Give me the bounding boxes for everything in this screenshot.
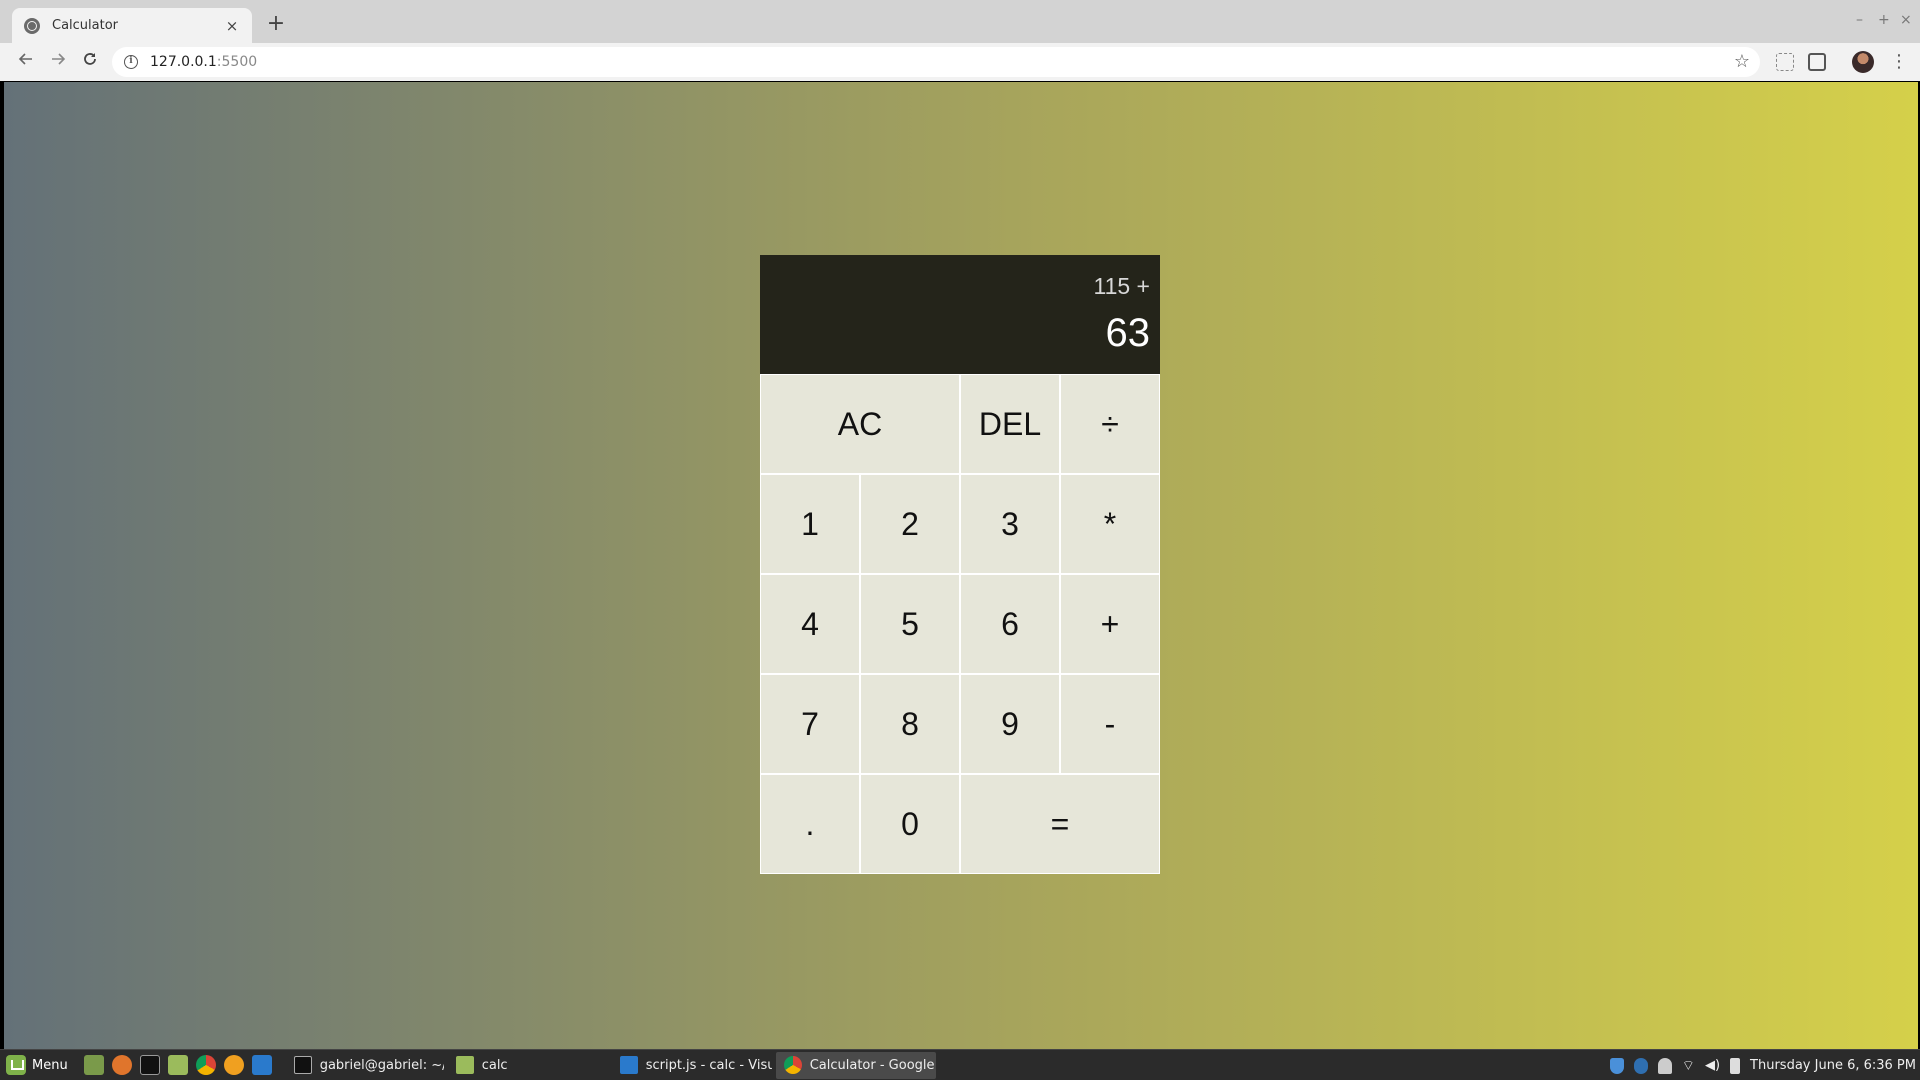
vscode-icon	[619, 1056, 638, 1074]
taskbar: Menu gabriel@gabriel: ~/... calc script.…	[0, 1049, 1920, 1080]
task-chrome[interactable]: Calculator - Google ...	[775, 1051, 936, 1079]
profile-avatar[interactable]	[1852, 51, 1874, 73]
forward-icon[interactable]	[46, 50, 70, 74]
chrome-icon[interactable]	[195, 1055, 216, 1075]
clock[interactable]: Thursday June 6, 6:36 PM	[1750, 1058, 1916, 1073]
shield-icon[interactable]	[1609, 1057, 1624, 1074]
close-tab-icon[interactable]: ×	[224, 17, 240, 35]
calculator-display: 115 + 63	[760, 255, 1160, 374]
delete-button[interactable]: DEL	[960, 374, 1060, 474]
firefox-icon[interactable]	[111, 1055, 132, 1075]
wifi-icon[interactable]: ⌔	[1682, 1057, 1695, 1075]
extension-icon[interactable]	[1776, 53, 1794, 71]
equals-button[interactable]: =	[960, 774, 1160, 874]
digit-0-button[interactable]: 0	[860, 774, 960, 874]
volume-icon[interactable]: ◀)	[1705, 1058, 1720, 1073]
browser-toolbar: i 127.0.0.1 :5500 ☆ ⋮	[0, 43, 1920, 81]
chrome-icon	[783, 1056, 802, 1074]
task-vscode[interactable]: script.js - calc - Visu...	[612, 1052, 772, 1079]
decimal-button[interactable]: .	[760, 774, 860, 874]
user-icon[interactable]	[1657, 1057, 1672, 1074]
digit-6-button[interactable]: 6	[960, 574, 1060, 674]
browser-chrome: Calculator × + – + × i 127.0.0.1 :5500 ☆…	[0, 0, 1920, 81]
globe-icon	[24, 17, 40, 34]
task-label: script.js - calc - Visu...	[645, 1057, 772, 1073]
digit-1-button[interactable]: 1	[760, 474, 860, 574]
close-window-icon[interactable]: ×	[1900, 12, 1912, 28]
show-desktop-icon[interactable]	[83, 1055, 104, 1075]
kebab-menu-icon[interactable]: ⋮	[1890, 51, 1908, 73]
add-button[interactable]: +	[1060, 574, 1160, 674]
maximize-icon[interactable]: +	[1878, 12, 1890, 28]
terminal-icon[interactable]	[139, 1055, 160, 1075]
digit-3-button[interactable]: 3	[960, 474, 1060, 574]
reload-icon[interactable]	[78, 50, 102, 74]
digit-8-button[interactable]: 8	[860, 674, 960, 774]
task-label: gabriel@gabriel: ~/...	[319, 1057, 444, 1073]
url-port: :5500	[216, 54, 258, 70]
digit-2-button[interactable]: 2	[860, 474, 960, 574]
address-bar[interactable]: i 127.0.0.1 :5500 ☆	[112, 47, 1760, 77]
minimize-icon[interactable]: –	[1856, 12, 1863, 28]
bookmark-star-icon[interactable]: ☆	[1734, 51, 1750, 72]
system-tray: ⌔ ◀) Thursday June 6, 6:36 PM	[1609, 1050, 1916, 1080]
previous-operand: 115 +	[1093, 272, 1151, 299]
calculator: 115 + 63 AC DEL ÷ 1 2 3 * 4 5 6 + 7 8 9 …	[760, 255, 1160, 874]
digit-9-button[interactable]: 9	[960, 674, 1060, 774]
url-host: 127.0.0.1	[150, 54, 217, 70]
files-icon[interactable]	[167, 1055, 188, 1075]
screenshot-icon[interactable]	[1808, 53, 1826, 71]
tab-strip: Calculator × + – + ×	[0, 0, 1920, 43]
mint-logo-icon	[6, 1055, 26, 1075]
digit-5-button[interactable]: 5	[860, 574, 960, 674]
back-icon[interactable]	[14, 50, 38, 74]
new-tab-button[interactable]: +	[264, 12, 288, 36]
tab-title: Calculator	[52, 18, 119, 33]
task-files[interactable]: calc	[448, 1052, 608, 1079]
start-menu-label: Menu	[32, 1057, 68, 1073]
multiply-button[interactable]: *	[1060, 474, 1160, 574]
digit-4-button[interactable]: 4	[760, 574, 860, 674]
digit-7-button[interactable]: 7	[760, 674, 860, 774]
app-icon[interactable]	[223, 1055, 244, 1075]
current-operand: 63	[1105, 311, 1151, 356]
bluetooth-icon[interactable]	[1633, 1057, 1648, 1074]
task-label: Calculator - Google ...	[809, 1057, 936, 1073]
divide-button[interactable]: ÷	[1060, 374, 1160, 474]
folder-icon	[455, 1056, 474, 1074]
page-background: 115 + 63 AC DEL ÷ 1 2 3 * 4 5 6 + 7 8 9 …	[4, 82, 1918, 1049]
vscode-icon[interactable]	[251, 1055, 272, 1075]
task-terminal[interactable]: gabriel@gabriel: ~/...	[286, 1052, 444, 1079]
tab-calculator[interactable]: Calculator ×	[12, 8, 252, 43]
info-icon[interactable]: i	[124, 55, 138, 69]
terminal-icon	[293, 1056, 312, 1074]
start-menu-button[interactable]: Menu	[0, 1050, 74, 1080]
quick-launch	[83, 1055, 272, 1075]
task-label: calc	[481, 1057, 508, 1073]
battery-icon[interactable]	[1730, 1057, 1741, 1074]
subtract-button[interactable]: -	[1060, 674, 1160, 774]
all-clear-button[interactable]: AC	[760, 374, 960, 474]
